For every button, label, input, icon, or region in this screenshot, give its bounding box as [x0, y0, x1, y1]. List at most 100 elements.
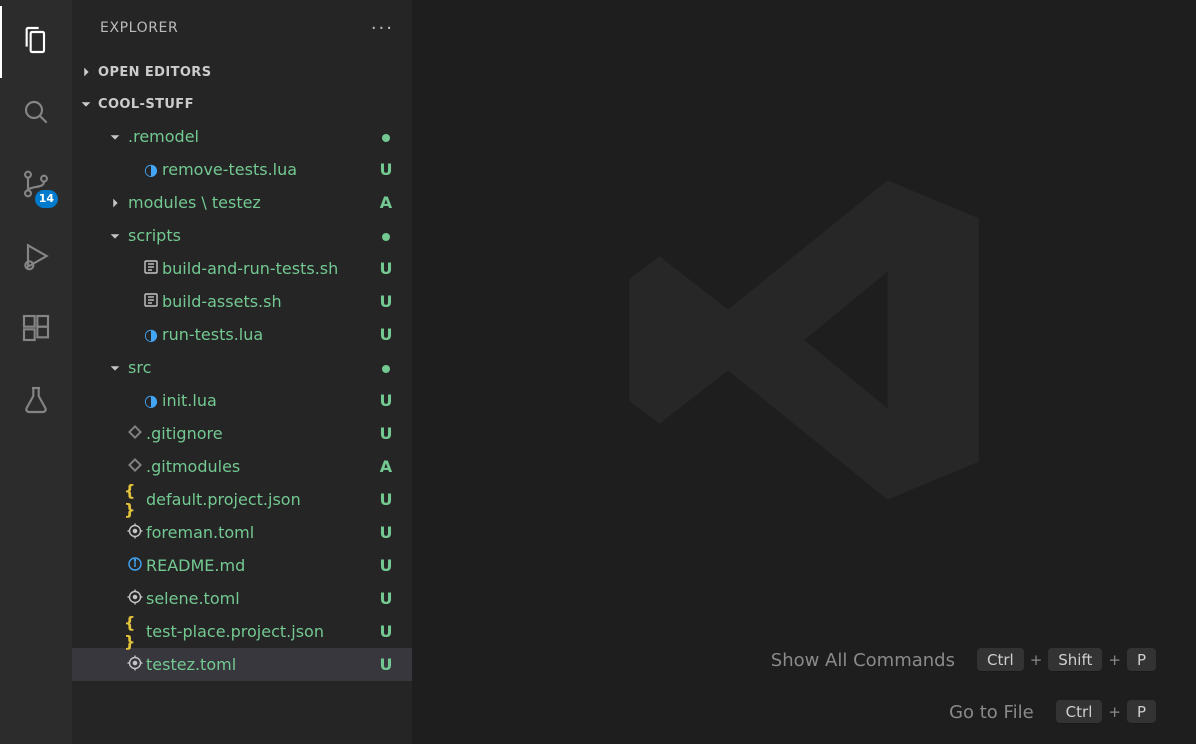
tree-file[interactable]: selene.tomlU	[72, 582, 412, 615]
open-editors-label: OPEN EDITORS	[98, 65, 211, 80]
git-status-letter: U	[376, 160, 396, 179]
activity-explorer[interactable]	[0, 6, 72, 78]
activity-testing[interactable]	[0, 366, 72, 438]
kbd-key: P	[1127, 700, 1156, 724]
plus-separator: +	[1030, 651, 1043, 669]
folder-section[interactable]: COOL-STUFF	[72, 88, 412, 120]
sh-file-icon	[140, 259, 162, 279]
git-status-letter: U	[376, 292, 396, 311]
activity-run-debug[interactable]	[0, 222, 72, 294]
sh-file-icon	[140, 292, 162, 312]
git-file-icon	[124, 457, 146, 477]
explorer-more-button[interactable]: ···	[371, 18, 394, 39]
tree-item-label: README.md	[146, 556, 376, 575]
kbd-key: Ctrl	[1056, 700, 1103, 724]
tree-file[interactable]: { }test-place.project.jsonU	[72, 615, 412, 648]
hint-label: Go to File	[949, 702, 1034, 723]
tree-item-label: build-assets.sh	[162, 292, 376, 311]
tree-file[interactable]: ◑remove-tests.luaU	[72, 153, 412, 186]
lua-file-icon: ◑	[140, 160, 162, 179]
kbd-key: Ctrl	[977, 648, 1024, 672]
tree-item-label: selene.toml	[146, 589, 376, 608]
chevron-down-icon	[78, 96, 94, 112]
beaker-icon	[20, 384, 52, 420]
lua-file-icon: ◑	[140, 325, 162, 344]
tree-item-label: foreman.toml	[146, 523, 376, 542]
chevron-down-icon	[106, 361, 124, 375]
tree-file[interactable]: ◑run-tests.luaU	[72, 318, 412, 351]
folder-name-label: COOL-STUFF	[98, 97, 194, 112]
plus-separator: +	[1108, 703, 1121, 721]
debug-icon	[20, 240, 52, 276]
tree-file[interactable]: README.mdU	[72, 549, 412, 582]
tree-item-label: .gitmodules	[146, 457, 376, 476]
tree-item-label: modules \ testez	[128, 193, 376, 212]
activity-bar: 14	[0, 0, 72, 744]
activity-search[interactable]	[0, 78, 72, 150]
keyboard-hints: Show All CommandsCtrl+Shift+PGo to FileC…	[771, 648, 1156, 724]
plus-separator: +	[1108, 651, 1121, 669]
tree-item-label: default.project.json	[146, 490, 376, 509]
tree-file[interactable]: ◑init.luaU	[72, 384, 412, 417]
tree-file[interactable]: { }default.project.jsonU	[72, 483, 412, 516]
tree-item-label: remove-tests.lua	[162, 160, 376, 179]
search-icon	[20, 96, 52, 132]
tree-file[interactable]: .gitignoreU	[72, 417, 412, 450]
git-modified-dot-icon	[376, 127, 396, 146]
tree-item-label: testez.toml	[146, 655, 376, 674]
tree-item-label: run-tests.lua	[162, 325, 376, 344]
git-status-letter: U	[376, 424, 396, 443]
git-status-letter: U	[376, 490, 396, 509]
git-status-letter: U	[376, 523, 396, 542]
open-editors-section[interactable]: OPEN EDITORS	[72, 56, 412, 88]
tree-folder[interactable]: src	[72, 351, 412, 384]
explorer-header: EXPLORER ···	[72, 0, 412, 56]
md-file-icon	[124, 556, 146, 576]
tree-file[interactable]: testez.tomlU	[72, 648, 412, 681]
tree-folder[interactable]: .remodel	[72, 120, 412, 153]
tree-file[interactable]: .gitmodulesA	[72, 450, 412, 483]
tree-item-label: scripts	[128, 226, 376, 245]
chevron-down-icon	[106, 130, 124, 144]
git-status-letter: U	[376, 556, 396, 575]
tree-item-label: .remodel	[128, 127, 376, 146]
git-status-letter: U	[376, 391, 396, 410]
toml-file-icon	[124, 523, 146, 543]
chevron-right-icon	[106, 196, 124, 210]
tree-folder[interactable]: scripts	[72, 219, 412, 252]
activity-extensions[interactable]	[0, 294, 72, 366]
git-file-icon	[124, 424, 146, 444]
git-modified-dot-icon	[376, 226, 396, 245]
explorer-title: EXPLORER	[100, 20, 178, 36]
git-status-letter: U	[376, 325, 396, 344]
tree-file[interactable]: build-and-run-tests.shU	[72, 252, 412, 285]
chevron-down-icon	[106, 229, 124, 243]
extensions-icon	[20, 312, 52, 348]
activity-source-control[interactable]: 14	[0, 150, 72, 222]
json-file-icon: { }	[124, 613, 146, 651]
tree-item-label: .gitignore	[146, 424, 376, 443]
tree-folder[interactable]: modules \ testezA	[72, 186, 412, 219]
scm-badge: 14	[35, 190, 58, 208]
tree-file[interactable]: foreman.tomlU	[72, 516, 412, 549]
explorer-sidebar: EXPLORER ··· OPEN EDITORS COOL-STUFF .re…	[72, 0, 412, 744]
git-status-letter: A	[376, 193, 396, 212]
toml-file-icon	[124, 655, 146, 675]
git-status-letter: A	[376, 457, 396, 476]
json-file-icon: { }	[124, 481, 146, 519]
tree-item-label: init.lua	[162, 391, 376, 410]
chevron-right-icon	[78, 64, 94, 80]
vscode-watermark-icon	[614, 150, 994, 534]
app-root: 14 EXPLORER ··· OPEN EDITORS	[0, 0, 1196, 744]
git-status-letter: U	[376, 259, 396, 278]
keyboard-hint-row: Go to File Ctrl + P	[949, 700, 1156, 724]
tree-file[interactable]: build-assets.shU	[72, 285, 412, 318]
toml-file-icon	[124, 589, 146, 609]
kbd-key: P	[1127, 648, 1156, 672]
hint-label: Show All Commands	[771, 650, 955, 671]
git-status-letter: U	[376, 589, 396, 608]
tree-item-label: test-place.project.json	[146, 622, 376, 641]
files-icon	[20, 24, 52, 60]
keyboard-hint-row: Show All CommandsCtrl+Shift+P	[771, 648, 1156, 672]
tree-item-label: build-and-run-tests.sh	[162, 259, 376, 278]
